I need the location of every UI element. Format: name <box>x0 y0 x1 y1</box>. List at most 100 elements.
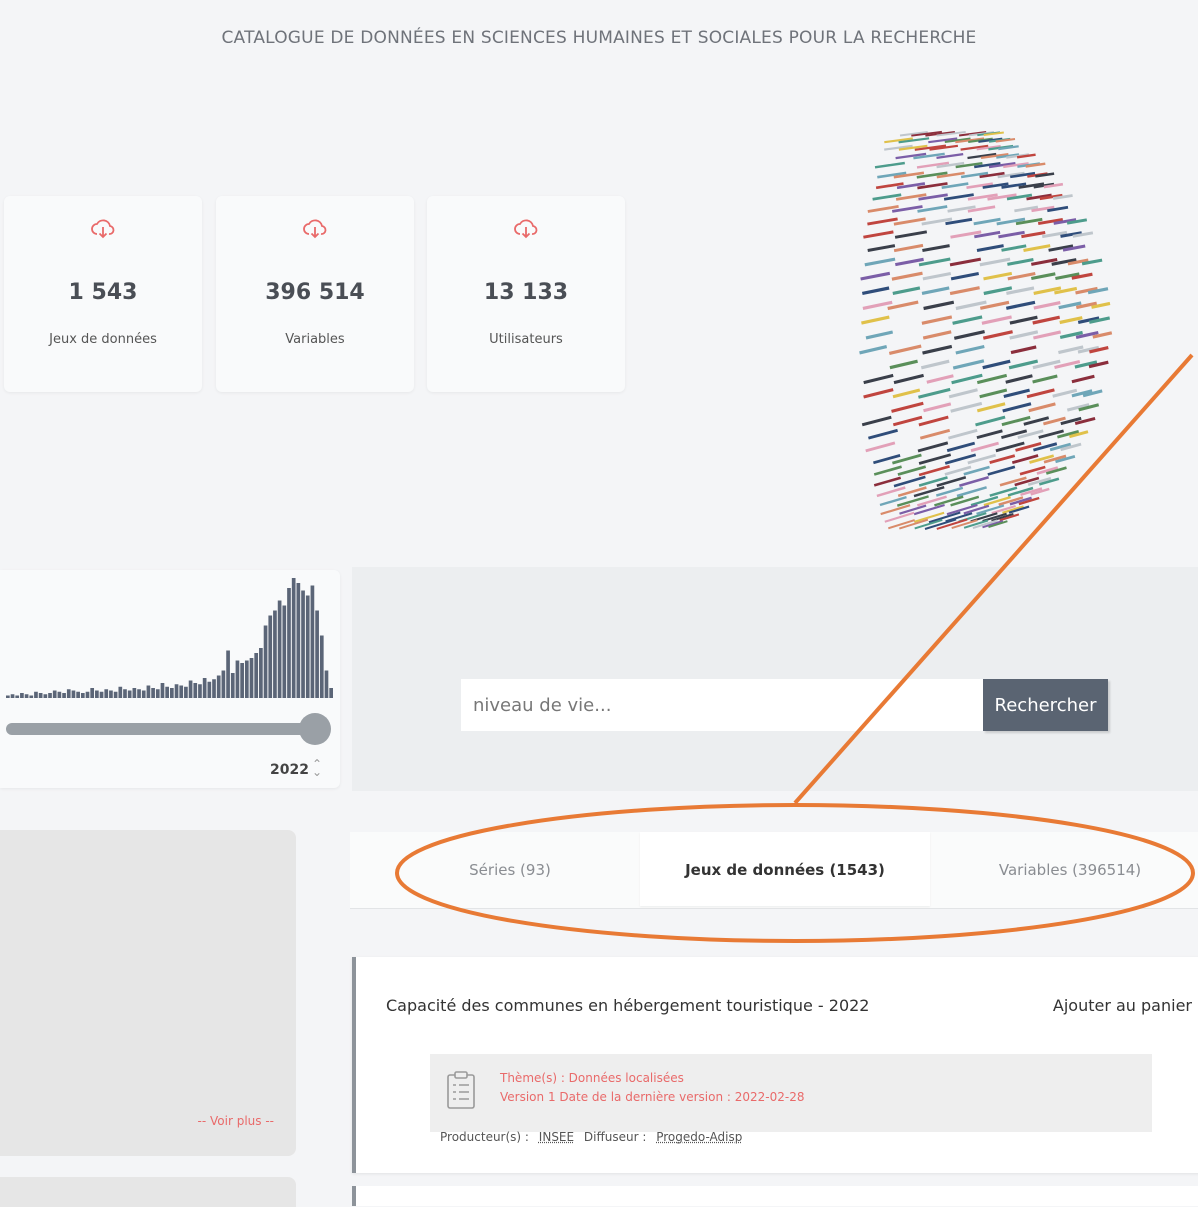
stat-value: 396 514 <box>265 280 365 305</box>
result-tabs: Séries (93) Jeux de données (1543) Varia… <box>350 832 1198 909</box>
globe-dash <box>874 161 905 169</box>
search-input[interactable] <box>461 679 983 731</box>
histogram-bar <box>184 686 188 698</box>
histogram-bar <box>305 595 310 698</box>
globe-dash <box>892 388 921 399</box>
histogram-bar <box>24 694 29 698</box>
globe-dash <box>950 271 979 281</box>
year-filter-panel: 2022 ⌃ ⌄ <box>0 570 340 788</box>
globe-dash <box>921 315 953 325</box>
result-card: Capacité des communes en hébergement tou… <box>352 957 1198 1173</box>
histogram-bar <box>221 670 226 698</box>
globe-dash <box>861 415 892 427</box>
tab-series[interactable]: Séries (93) <box>410 832 610 906</box>
globe-dash <box>873 465 902 476</box>
globe-dash <box>970 441 999 453</box>
result-metadata: Thème(s) : Données localisées Version 1 … <box>430 1054 1152 1132</box>
histogram-bar <box>249 658 254 698</box>
histogram-bar <box>95 690 99 698</box>
histogram-bar <box>240 663 244 698</box>
histogram-bar <box>310 585 315 698</box>
histogram-bar <box>141 690 146 698</box>
globe-dash <box>955 344 985 355</box>
search-button[interactable]: Rechercher <box>983 679 1108 731</box>
histogram-bar <box>160 683 165 698</box>
voir-plus-link[interactable]: -- Voir plus -- <box>198 1114 274 1128</box>
histogram-bar <box>15 695 20 698</box>
histogram-bar <box>127 690 132 698</box>
globe-dash <box>863 230 894 239</box>
histogram-bar <box>62 693 66 698</box>
globe-dash <box>859 345 888 355</box>
globe-dash <box>913 503 945 516</box>
globe-dash <box>918 387 951 399</box>
histogram-bar <box>319 635 324 698</box>
histogram-bar <box>151 688 155 698</box>
globe-dash <box>1028 402 1056 413</box>
globe-dash <box>975 415 1006 427</box>
globe-dash <box>891 271 923 281</box>
histogram-bar <box>315 610 319 698</box>
globe-dash <box>922 271 952 281</box>
histogram-bar <box>254 653 259 698</box>
facet-card: -- Voir plus -- <box>0 830 296 1156</box>
histogram-bar <box>155 689 160 698</box>
histogram-bar <box>76 691 80 698</box>
producer-row: Producteur(s) : INSEE Diffuseur : Proged… <box>440 1130 748 1144</box>
stat-value: 1 543 <box>68 280 138 305</box>
histogram-bar <box>52 690 57 698</box>
year-slider-track[interactable] <box>6 723 316 735</box>
histogram-bar <box>170 688 174 698</box>
globe-dash <box>1021 231 1046 239</box>
globe-dash <box>923 300 955 311</box>
clipboard-list-icon <box>446 1070 476 1115</box>
globe-dash <box>892 415 923 427</box>
histogram-bar <box>132 688 137 698</box>
distributor-link[interactable]: Progedo-Adisp <box>656 1130 742 1144</box>
globe-dash <box>998 230 1025 239</box>
histogram-bar <box>48 693 52 698</box>
globe-dash <box>1005 300 1036 310</box>
globe-dash <box>973 217 1001 226</box>
globe-dash <box>1026 388 1055 399</box>
globe-dash <box>982 330 1013 340</box>
globe-dash <box>981 315 1012 325</box>
histogram-bar <box>6 695 10 698</box>
tab-datasets[interactable]: Jeux de données (1543) <box>640 832 930 906</box>
histogram-bar <box>71 690 76 698</box>
histogram-bar <box>20 693 24 698</box>
year-histogram <box>6 578 333 698</box>
stat-label: Utilisateurs <box>489 332 563 347</box>
result-title[interactable]: Capacité des communes en hébergement tou… <box>386 996 869 1015</box>
histogram-bar <box>282 605 287 698</box>
histogram-bar <box>165 686 169 698</box>
add-to-cart-button[interactable]: Ajouter au panier <box>1053 996 1192 1015</box>
globe-dash <box>948 388 978 399</box>
producer-link[interactable]: INSEE <box>539 1130 574 1144</box>
globe-dash <box>1005 374 1033 384</box>
histogram-bar <box>198 684 202 698</box>
globe-dash <box>1010 345 1037 355</box>
tab-variables[interactable]: Variables (396514) <box>970 832 1170 906</box>
histogram-bar <box>179 685 184 698</box>
histogram-bar <box>174 684 179 698</box>
histogram-bar <box>230 673 235 698</box>
histogram-bar <box>244 660 249 698</box>
histogram-bar <box>235 660 240 698</box>
histogram-bar <box>146 685 151 698</box>
globe-dash <box>891 401 924 413</box>
globe-dash <box>861 315 890 325</box>
cloud-download-icon <box>4 216 202 247</box>
globe-dash <box>979 388 1008 399</box>
year-stepper[interactable]: 2022 ⌃ ⌄ <box>262 756 334 782</box>
histogram-bar <box>57 691 62 698</box>
stat-card-users: 13 133 Utilisateurs <box>427 196 625 392</box>
globe-dash <box>1023 244 1051 252</box>
year-slider-handle[interactable] <box>299 713 331 745</box>
globe-dash <box>949 257 982 267</box>
globe-dash <box>861 286 890 295</box>
globe-dash <box>1002 402 1032 413</box>
year-value: 2022 <box>270 762 309 778</box>
stepper-arrows-icon[interactable]: ⌃ ⌄ <box>312 758 322 778</box>
stat-card-datasets: 1 543 Jeux de données <box>4 196 202 392</box>
